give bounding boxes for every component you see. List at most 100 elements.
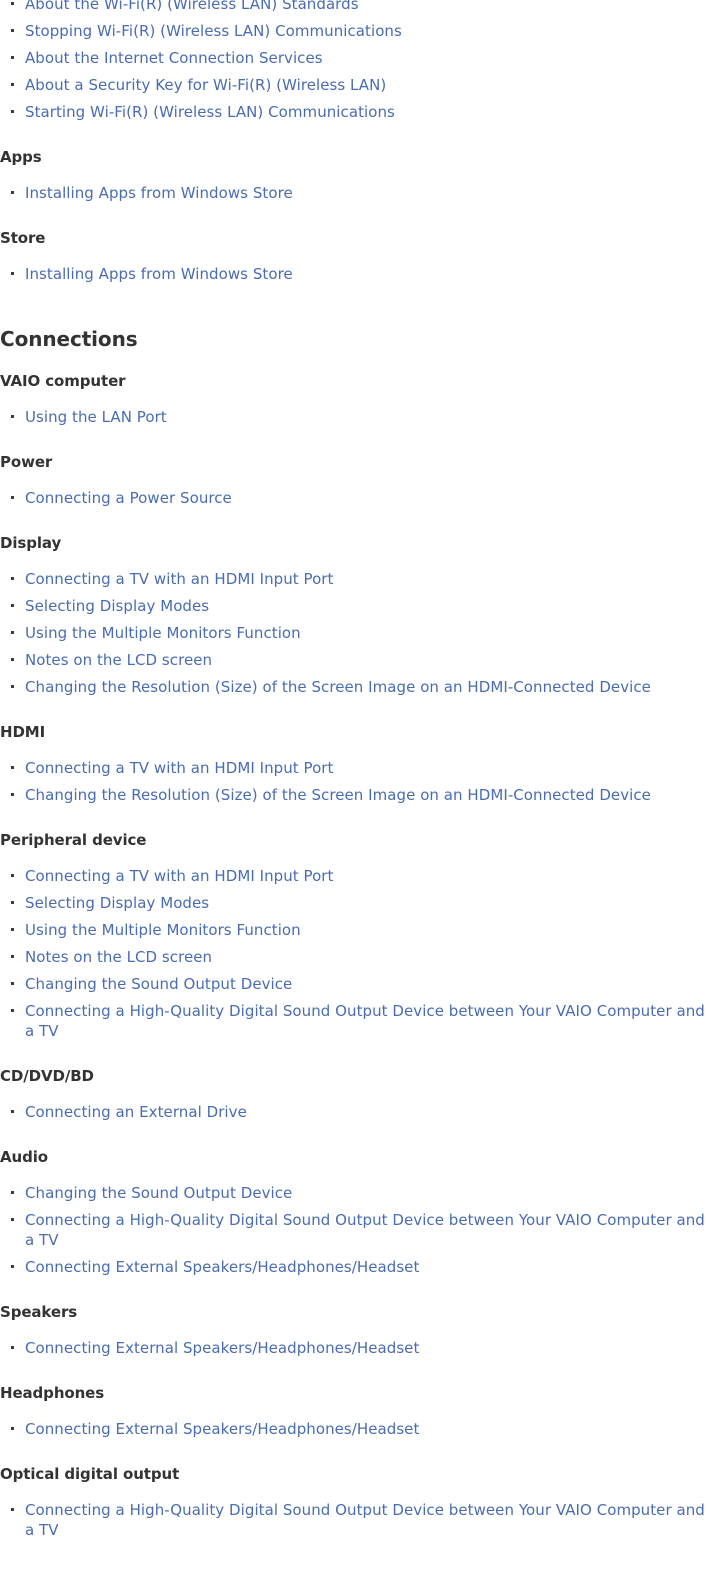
link-notes-on-the-lcd-screen[interactable]: Notes on the LCD screen	[25, 948, 212, 966]
link-changing-resolution-hdmi-connected-device[interactable]: Changing the Resolution (Size) of the Sc…	[25, 786, 651, 804]
link-connecting-tv-hdmi-input-port[interactable]: Connecting a TV with an HDMI Input Port	[25, 570, 333, 588]
bullet-icon	[11, 83, 14, 86]
group-heading-vaio-computer: VAIO computer	[0, 372, 126, 390]
link-changing-sound-output-device[interactable]: Changing the Sound Output Device	[25, 975, 292, 993]
list-item[interactable]: Connecting a TV with an HDMI Input Port	[0, 859, 708, 886]
link-group-cd-dvd-bd: CD/DVD/BD Connecting an External Drive	[0, 1067, 708, 1122]
list-item[interactable]: Changing the Sound Output Device	[0, 967, 708, 994]
link-group-apps: Apps Installing Apps from Windows Store	[0, 148, 708, 203]
list-item[interactable]: Installing Apps from Windows Store	[0, 257, 708, 284]
link-group-power: Power Connecting a Power Source	[0, 453, 708, 508]
group-heading-apps: Apps	[0, 148, 42, 166]
list-item[interactable]: Connecting External Speakers/Headphones/…	[0, 1331, 708, 1358]
link-connecting-a-power-source[interactable]: Connecting a Power Source	[25, 489, 232, 507]
bullet-icon	[11, 1110, 14, 1113]
bullet-icon	[11, 1508, 14, 1511]
bullet-icon	[11, 496, 14, 499]
list-item[interactable]: Connecting a High-Quality Digital Sound …	[0, 1493, 708, 1540]
bullet-icon	[11, 1265, 14, 1268]
link-using-multiple-monitors-function[interactable]: Using the Multiple Monitors Function	[25, 921, 301, 939]
list-item[interactable]: Notes on the LCD screen	[0, 940, 708, 967]
list-item[interactable]: Connecting a High-Quality Digital Sound …	[0, 1203, 708, 1250]
link-changing-resolution-hdmi-connected-device[interactable]: Changing the Resolution (Size) of the Sc…	[25, 678, 651, 696]
list-item[interactable]: Connecting a Power Source	[0, 481, 708, 508]
bullet-icon	[11, 982, 14, 985]
link-changing-sound-output-device[interactable]: Changing the Sound Output Device	[25, 1184, 292, 1202]
link-list: Changing the Sound Output Device Connect…	[0, 1176, 708, 1277]
bullet-icon	[11, 577, 14, 580]
list-item[interactable]: Using the LAN Port	[0, 400, 708, 427]
group-heading-display: Display	[0, 534, 62, 552]
link-list: Connecting a TV with an HDMI Input Port …	[0, 751, 708, 805]
link-using-the-lan-port[interactable]: Using the LAN Port	[25, 408, 167, 426]
link-about-wifi-standards[interactable]: About the Wi-Fi(R) (Wireless LAN) Standa…	[25, 0, 359, 13]
link-list: Connecting an External Drive	[0, 1095, 708, 1122]
list-item[interactable]: Installing Apps from Windows Store	[0, 176, 708, 203]
link-connecting-high-quality-digital-sound-output-device[interactable]: Connecting a High-Quality Digital Sound …	[25, 1501, 705, 1539]
link-notes-on-the-lcd-screen[interactable]: Notes on the LCD screen	[25, 651, 212, 669]
bullet-icon	[11, 631, 14, 634]
list-item[interactable]: About the Wi-Fi(R) (Wireless LAN) Standa…	[0, 0, 708, 14]
link-connecting-external-speakers-headphones-headset[interactable]: Connecting External Speakers/Headphones/…	[25, 1258, 419, 1276]
link-stopping-wifi-communications[interactable]: Stopping Wi-Fi(R) (Wireless LAN) Communi…	[25, 22, 402, 40]
list-item[interactable]: About a Security Key for Wi-Fi(R) (Wirel…	[0, 68, 708, 95]
link-connecting-tv-hdmi-input-port[interactable]: Connecting a TV with an HDMI Input Port	[25, 867, 333, 885]
link-installing-apps-windows-store[interactable]: Installing Apps from Windows Store	[25, 184, 293, 202]
help-index-page: About the Wi-Fi(R) (Wireless LAN) Standa…	[0, 0, 708, 1540]
link-using-multiple-monitors-function[interactable]: Using the Multiple Monitors Function	[25, 624, 301, 642]
link-starting-wifi-communications[interactable]: Starting Wi-Fi(R) (Wireless LAN) Communi…	[25, 103, 395, 121]
section-connections: Connections VAIO computer Using the LAN …	[0, 328, 708, 1540]
group-heading-store: Store	[0, 229, 46, 247]
list-item[interactable]: Changing the Resolution (Size) of the Sc…	[0, 778, 708, 805]
link-selecting-display-modes[interactable]: Selecting Display Modes	[25, 894, 209, 912]
link-connecting-external-speakers-headphones-headset[interactable]: Connecting External Speakers/Headphones/…	[25, 1420, 419, 1438]
list-item[interactable]: Selecting Display Modes	[0, 886, 708, 913]
list-item[interactable]: Using the Multiple Monitors Function	[0, 913, 708, 940]
link-group-hdmi: HDMI Connecting a TV with an HDMI Input …	[0, 723, 708, 805]
list-item[interactable]: Changing the Resolution (Size) of the Sc…	[0, 670, 708, 697]
group-heading-cd-dvd-bd: CD/DVD/BD	[0, 1067, 94, 1085]
link-group-audio: Audio Changing the Sound Output Device C…	[0, 1148, 708, 1277]
bullet-icon	[11, 1191, 14, 1194]
link-connecting-an-external-drive[interactable]: Connecting an External Drive	[25, 1103, 247, 1121]
link-group: About the Wi-Fi(R) (Wireless LAN) Standa…	[0, 0, 708, 122]
list-item[interactable]: Connecting a High-Quality Digital Sound …	[0, 994, 708, 1041]
bullet-icon	[11, 955, 14, 958]
link-group-optical-digital-output: Optical digital output Connecting a High…	[0, 1465, 708, 1540]
link-connecting-external-speakers-headphones-headset[interactable]: Connecting External Speakers/Headphones/…	[25, 1339, 419, 1357]
list-item[interactable]: Connecting a TV with an HDMI Input Port	[0, 562, 708, 589]
link-installing-apps-windows-store[interactable]: Installing Apps from Windows Store	[25, 265, 293, 283]
bullet-icon	[11, 928, 14, 931]
link-about-security-key-wifi[interactable]: About a Security Key for Wi-Fi(R) (Wirel…	[25, 76, 386, 94]
bullet-icon	[11, 110, 14, 113]
link-connecting-high-quality-digital-sound-output-device[interactable]: Connecting a High-Quality Digital Sound …	[25, 1211, 705, 1249]
link-group-vaio-computer: VAIO computer Using the LAN Port	[0, 372, 708, 427]
bullet-icon	[11, 1427, 14, 1430]
bullet-icon	[11, 658, 14, 661]
list-item[interactable]: Connecting an External Drive	[0, 1095, 708, 1122]
list-item[interactable]: Starting Wi-Fi(R) (Wireless LAN) Communi…	[0, 95, 708, 122]
list-item[interactable]: Selecting Display Modes	[0, 589, 708, 616]
bullet-icon	[11, 2, 14, 5]
list-item[interactable]: Connecting a TV with an HDMI Input Port	[0, 751, 708, 778]
link-group-display: Display Connecting a TV with an HDMI Inp…	[0, 534, 708, 697]
group-heading-power: Power	[0, 453, 53, 471]
link-about-internet-connection-services[interactable]: About the Internet Connection Services	[25, 49, 323, 67]
list-item[interactable]: Connecting External Speakers/Headphones/…	[0, 1250, 708, 1277]
list-item[interactable]: Using the Multiple Monitors Function	[0, 616, 708, 643]
link-connecting-tv-hdmi-input-port[interactable]: Connecting a TV with an HDMI Input Port	[25, 759, 333, 777]
bullet-icon	[11, 1346, 14, 1349]
bullet-icon	[11, 685, 14, 688]
section-network-continued: About the Wi-Fi(R) (Wireless LAN) Standa…	[0, 0, 708, 284]
link-group-speakers: Speakers Connecting External Speakers/He…	[0, 1303, 708, 1358]
link-list: Connecting External Speakers/Headphones/…	[0, 1331, 708, 1358]
list-item[interactable]: Notes on the LCD screen	[0, 643, 708, 670]
link-connecting-high-quality-digital-sound-output-device[interactable]: Connecting a High-Quality Digital Sound …	[25, 1002, 705, 1040]
list-item[interactable]: Changing the Sound Output Device	[0, 1176, 708, 1203]
list-item[interactable]: Connecting External Speakers/Headphones/…	[0, 1412, 708, 1439]
link-selecting-display-modes[interactable]: Selecting Display Modes	[25, 597, 209, 615]
group-heading-peripheral-device: Peripheral device	[0, 831, 147, 849]
bullet-icon	[11, 793, 14, 796]
list-item[interactable]: About the Internet Connection Services	[0, 41, 708, 68]
list-item[interactable]: Stopping Wi-Fi(R) (Wireless LAN) Communi…	[0, 14, 708, 41]
